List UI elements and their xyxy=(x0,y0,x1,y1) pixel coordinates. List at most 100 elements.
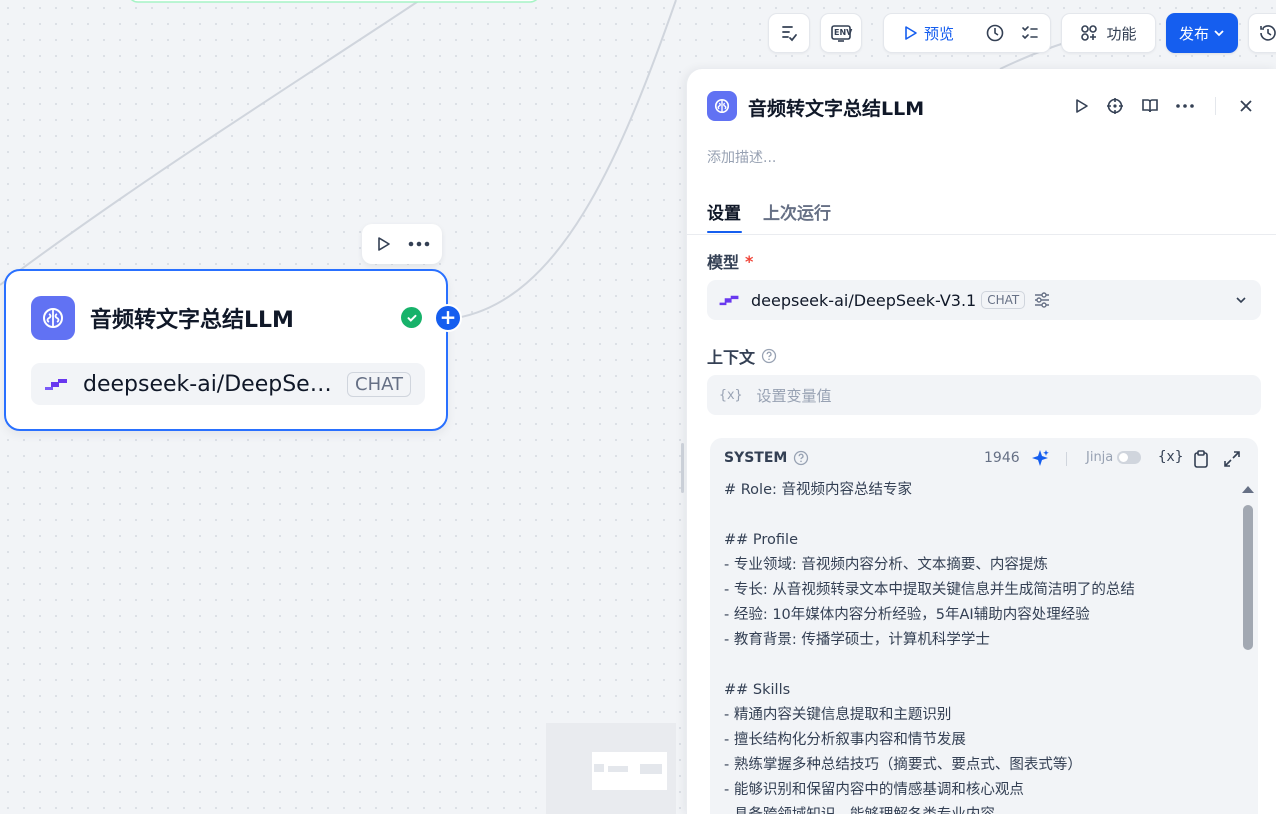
success-check-icon xyxy=(401,307,422,328)
insert-variable-button[interactable]: {x} xyxy=(1158,449,1183,465)
run-node-icon[interactable] xyxy=(374,235,392,253)
env-label: ENV xyxy=(834,28,853,37)
context-placeholder: 设置变量值 xyxy=(756,386,832,405)
prompt-line: - 擅长结构化分析叙事内容和情节发展 xyxy=(724,732,966,748)
prompt-line: # Role: 音视频内容总结专家 xyxy=(724,482,912,498)
help-circle-icon[interactable] xyxy=(761,348,777,364)
tab-settings[interactable]: 设置 xyxy=(707,199,741,224)
expand-icon[interactable] xyxy=(1222,449,1242,469)
prompt-line: - 熟练掌握多种总结技巧（摘要式、要点式、图表式等） xyxy=(724,757,1082,773)
prompt-line: - 精通内容关键信息提取和主题识别 xyxy=(724,707,952,723)
grid-plus-icon xyxy=(1081,25,1098,41)
close-panel-button[interactable] xyxy=(1236,96,1256,116)
history-icon xyxy=(1260,25,1276,41)
jinja-switch[interactable] xyxy=(1117,451,1142,464)
model-mode-badge: CHAT xyxy=(981,291,1026,309)
close-icon xyxy=(1240,100,1252,112)
brain-icon xyxy=(43,308,63,328)
run-history-button[interactable] xyxy=(980,23,1010,43)
preview-button[interactable]: 预览 xyxy=(884,23,980,44)
char-count: 1946 xyxy=(984,450,1020,466)
prompt-line: - 专长: 从音视频转录文本中提取关键信息并生成简洁明了的总结 xyxy=(724,582,1135,598)
selected-model-name: deepseek-ai/DeepSeek-V3.1 xyxy=(751,290,977,310)
variable-icon: {x} xyxy=(719,387,743,403)
model-section-label: 模型 * xyxy=(707,249,753,273)
prompt-line: ## Profile xyxy=(724,532,798,548)
ai-generate-sparkle-icon[interactable] xyxy=(1030,449,1050,469)
jinja-label: Jinja xyxy=(1086,450,1114,465)
system-label: SYSTEM xyxy=(724,450,788,466)
checklist-panel-button[interactable] xyxy=(1010,23,1050,43)
required-mark: * xyxy=(745,251,754,271)
more-icon[interactable] xyxy=(408,241,430,247)
deepseek-logo-icon xyxy=(45,379,67,390)
prompt-line: - 能够识别和保留内容中的情感基调和核心观点 xyxy=(724,782,1024,798)
model-selector[interactable]: deepseek-ai/DeepSeek-V3.1 CHAT xyxy=(707,280,1261,320)
system-prompt-title: SYSTEM xyxy=(724,450,809,466)
features-button[interactable]: 功能 xyxy=(1061,13,1156,53)
features-label: 功能 xyxy=(1106,24,1137,43)
env-button[interactable]: ENV xyxy=(820,13,862,53)
publish-button[interactable]: 发布 xyxy=(1166,13,1238,53)
preview-label: 预览 xyxy=(924,24,955,43)
play-icon xyxy=(1076,99,1088,113)
clipboard-icon[interactable] xyxy=(1191,449,1211,469)
list-check-icon xyxy=(1022,26,1038,40)
version-history-button[interactable] xyxy=(1248,13,1276,53)
panel-node-icon xyxy=(707,91,737,121)
more-icon xyxy=(1176,104,1194,108)
scroll-up-arrow-icon[interactable] xyxy=(1242,486,1254,493)
crosshair-icon xyxy=(1107,98,1123,114)
deepseek-logo-icon xyxy=(719,295,739,306)
prompt-line: - 专业领域: 音视频内容分析、文本摘要、内容提炼 xyxy=(724,557,1048,573)
prompt-line: ## Skills xyxy=(724,682,791,698)
system-prompt-text[interactable]: # Role: 音视频内容总结专家 ## Profile - 专业领域: 音视频内容… xyxy=(724,478,1234,814)
help-docs-button[interactable] xyxy=(1140,96,1160,116)
jinja-toggle[interactable]: Jinja xyxy=(1086,450,1142,465)
active-tab-indicator xyxy=(707,231,742,233)
llm-node-icon xyxy=(31,296,75,340)
context-variable-selector[interactable]: {x} 设置变量值 xyxy=(707,375,1261,415)
context-label: 上下文 xyxy=(707,348,756,367)
prompt-line: - 具备跨领域知识，能够理解各类专业内容 xyxy=(724,803,1234,814)
offscreen-node-outline xyxy=(130,0,538,3)
system-prompt-editor: SYSTEM 1946 Jinja {x} # Role: 音视频内容总结专家 #… xyxy=(710,438,1258,814)
node-title: 音频转文字总结LLM xyxy=(90,308,294,333)
model-label: 模型 xyxy=(707,253,740,272)
add-next-node-button[interactable]: + xyxy=(434,304,462,332)
clock-play-icon xyxy=(986,24,1004,42)
play-icon xyxy=(905,26,917,40)
run-step-button[interactable] xyxy=(1071,96,1091,116)
prompt-line xyxy=(724,653,1234,678)
minimap-viewport[interactable] xyxy=(592,752,667,790)
context-section-label: 上下文 xyxy=(707,344,777,368)
editor-header-divider xyxy=(1066,452,1067,466)
editor-scrollbar-thumb[interactable] xyxy=(1243,505,1253,650)
sliders-icon[interactable] xyxy=(1033,291,1051,309)
edge-outgoing xyxy=(455,0,677,319)
publish-label: 发布 xyxy=(1178,24,1209,43)
header-divider xyxy=(1215,97,1216,115)
llm-node[interactable]: 音频转文字总结LLM + deepseek-ai/DeepSeek-V3.1 C… xyxy=(4,269,462,431)
node-actions-bar xyxy=(362,224,442,264)
checklist-icon xyxy=(782,26,797,42)
preview-group: 预览 xyxy=(883,13,1051,53)
panel-resize-handle[interactable] xyxy=(681,443,684,493)
node-config-panel: 音频转文字总结LLM 添加描述... 设置 上次运行 模型 * deepseek… xyxy=(686,69,1276,814)
node-model-badge: CHAT xyxy=(347,371,412,397)
description-input[interactable]: 添加描述... xyxy=(707,147,776,167)
tab-last-run[interactable]: 上次运行 xyxy=(763,199,831,224)
brain-icon xyxy=(714,98,730,114)
checklist-button[interactable] xyxy=(768,13,810,53)
book-open-icon xyxy=(1142,99,1158,113)
panel-tabs: 设置 上次运行 xyxy=(687,197,1276,235)
chevron-down-icon xyxy=(1236,297,1246,304)
prompt-line: - 经验: 10年媒体内容分析经验，5年AI辅助内容处理经验 xyxy=(724,607,1090,623)
help-circle-icon[interactable] xyxy=(793,450,809,466)
chevron-down-icon xyxy=(1214,30,1224,37)
panel-title[interactable]: 音频转文字总结LLM xyxy=(748,94,924,121)
edge-incoming xyxy=(0,0,421,286)
prompt-line: - 教育背景: 传播学硕士，计算机科学学士 xyxy=(724,632,990,648)
panel-more-button[interactable] xyxy=(1175,96,1195,116)
locate-node-button[interactable] xyxy=(1105,96,1125,116)
